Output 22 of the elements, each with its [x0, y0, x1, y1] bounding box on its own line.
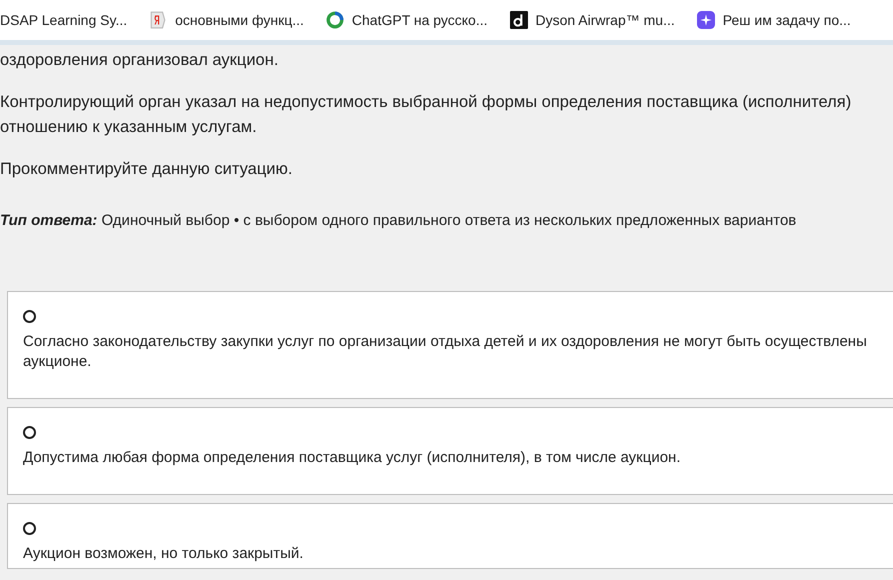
- sparkle-icon: [696, 11, 715, 29]
- question-text: Прокомментируйте данную ситуацию.: [0, 159, 294, 180]
- answer-option[interactable]: Допустима любая форма определения поставщика услуг (исполнителя), в том числе аукцион.: [7, 407, 893, 495]
- answer-type-text: Тип ответа: Одиночный выбор • с выбором одного правильного ответа из нескольких предложенных вариантов: [0, 212, 798, 229]
- answer-option[interactable]: Аукцион возможен, но только закрытый.: [7, 503, 893, 569]
- ring-icon: [326, 11, 344, 29]
- option-text: Допустима любая форма определения поставщика услуг (исполнителя), в том числе аукцион.: [23, 448, 682, 468]
- radio-button[interactable]: [23, 522, 36, 535]
- bookmark-item[interactable]: Реш им задачу по...: [696, 11, 851, 29]
- bookmark-item[interactable]: DSAP Learning Sy...: [0, 12, 128, 28]
- question-text: оздоровления организовал аукцион.: [0, 50, 280, 71]
- option-text: Аукцион возможен, но только закрытый.: [23, 544, 304, 564]
- yandex-icon: [149, 11, 168, 29]
- radio-button[interactable]: [23, 310, 36, 323]
- option-text: Согласно законодательству закупки услуг по организации отдыха детей и их оздоровления не могут быть осуществлены аукционе.: [23, 332, 868, 372]
- app-icon: [510, 11, 528, 29]
- bookmark-item[interactable]: Dyson Airwrap™ mu...: [510, 11, 675, 29]
- question-text: Контролирующий орган указал на недопустимость выбранной формы определения поставщика (исполнителя) отношению к указанным услугам.: [0, 92, 852, 138]
- bookmark-item[interactable]: ChatGPT на русско...: [326, 11, 488, 29]
- answer-option[interactable]: Согласно законодательству закупки услуг по организации отдыха детей и их оздоровления не могут быть осуществлены аукционе.: [7, 291, 893, 399]
- bookmark-item[interactable]: основными функц...: [149, 11, 304, 29]
- radio-button[interactable]: [23, 426, 36, 439]
